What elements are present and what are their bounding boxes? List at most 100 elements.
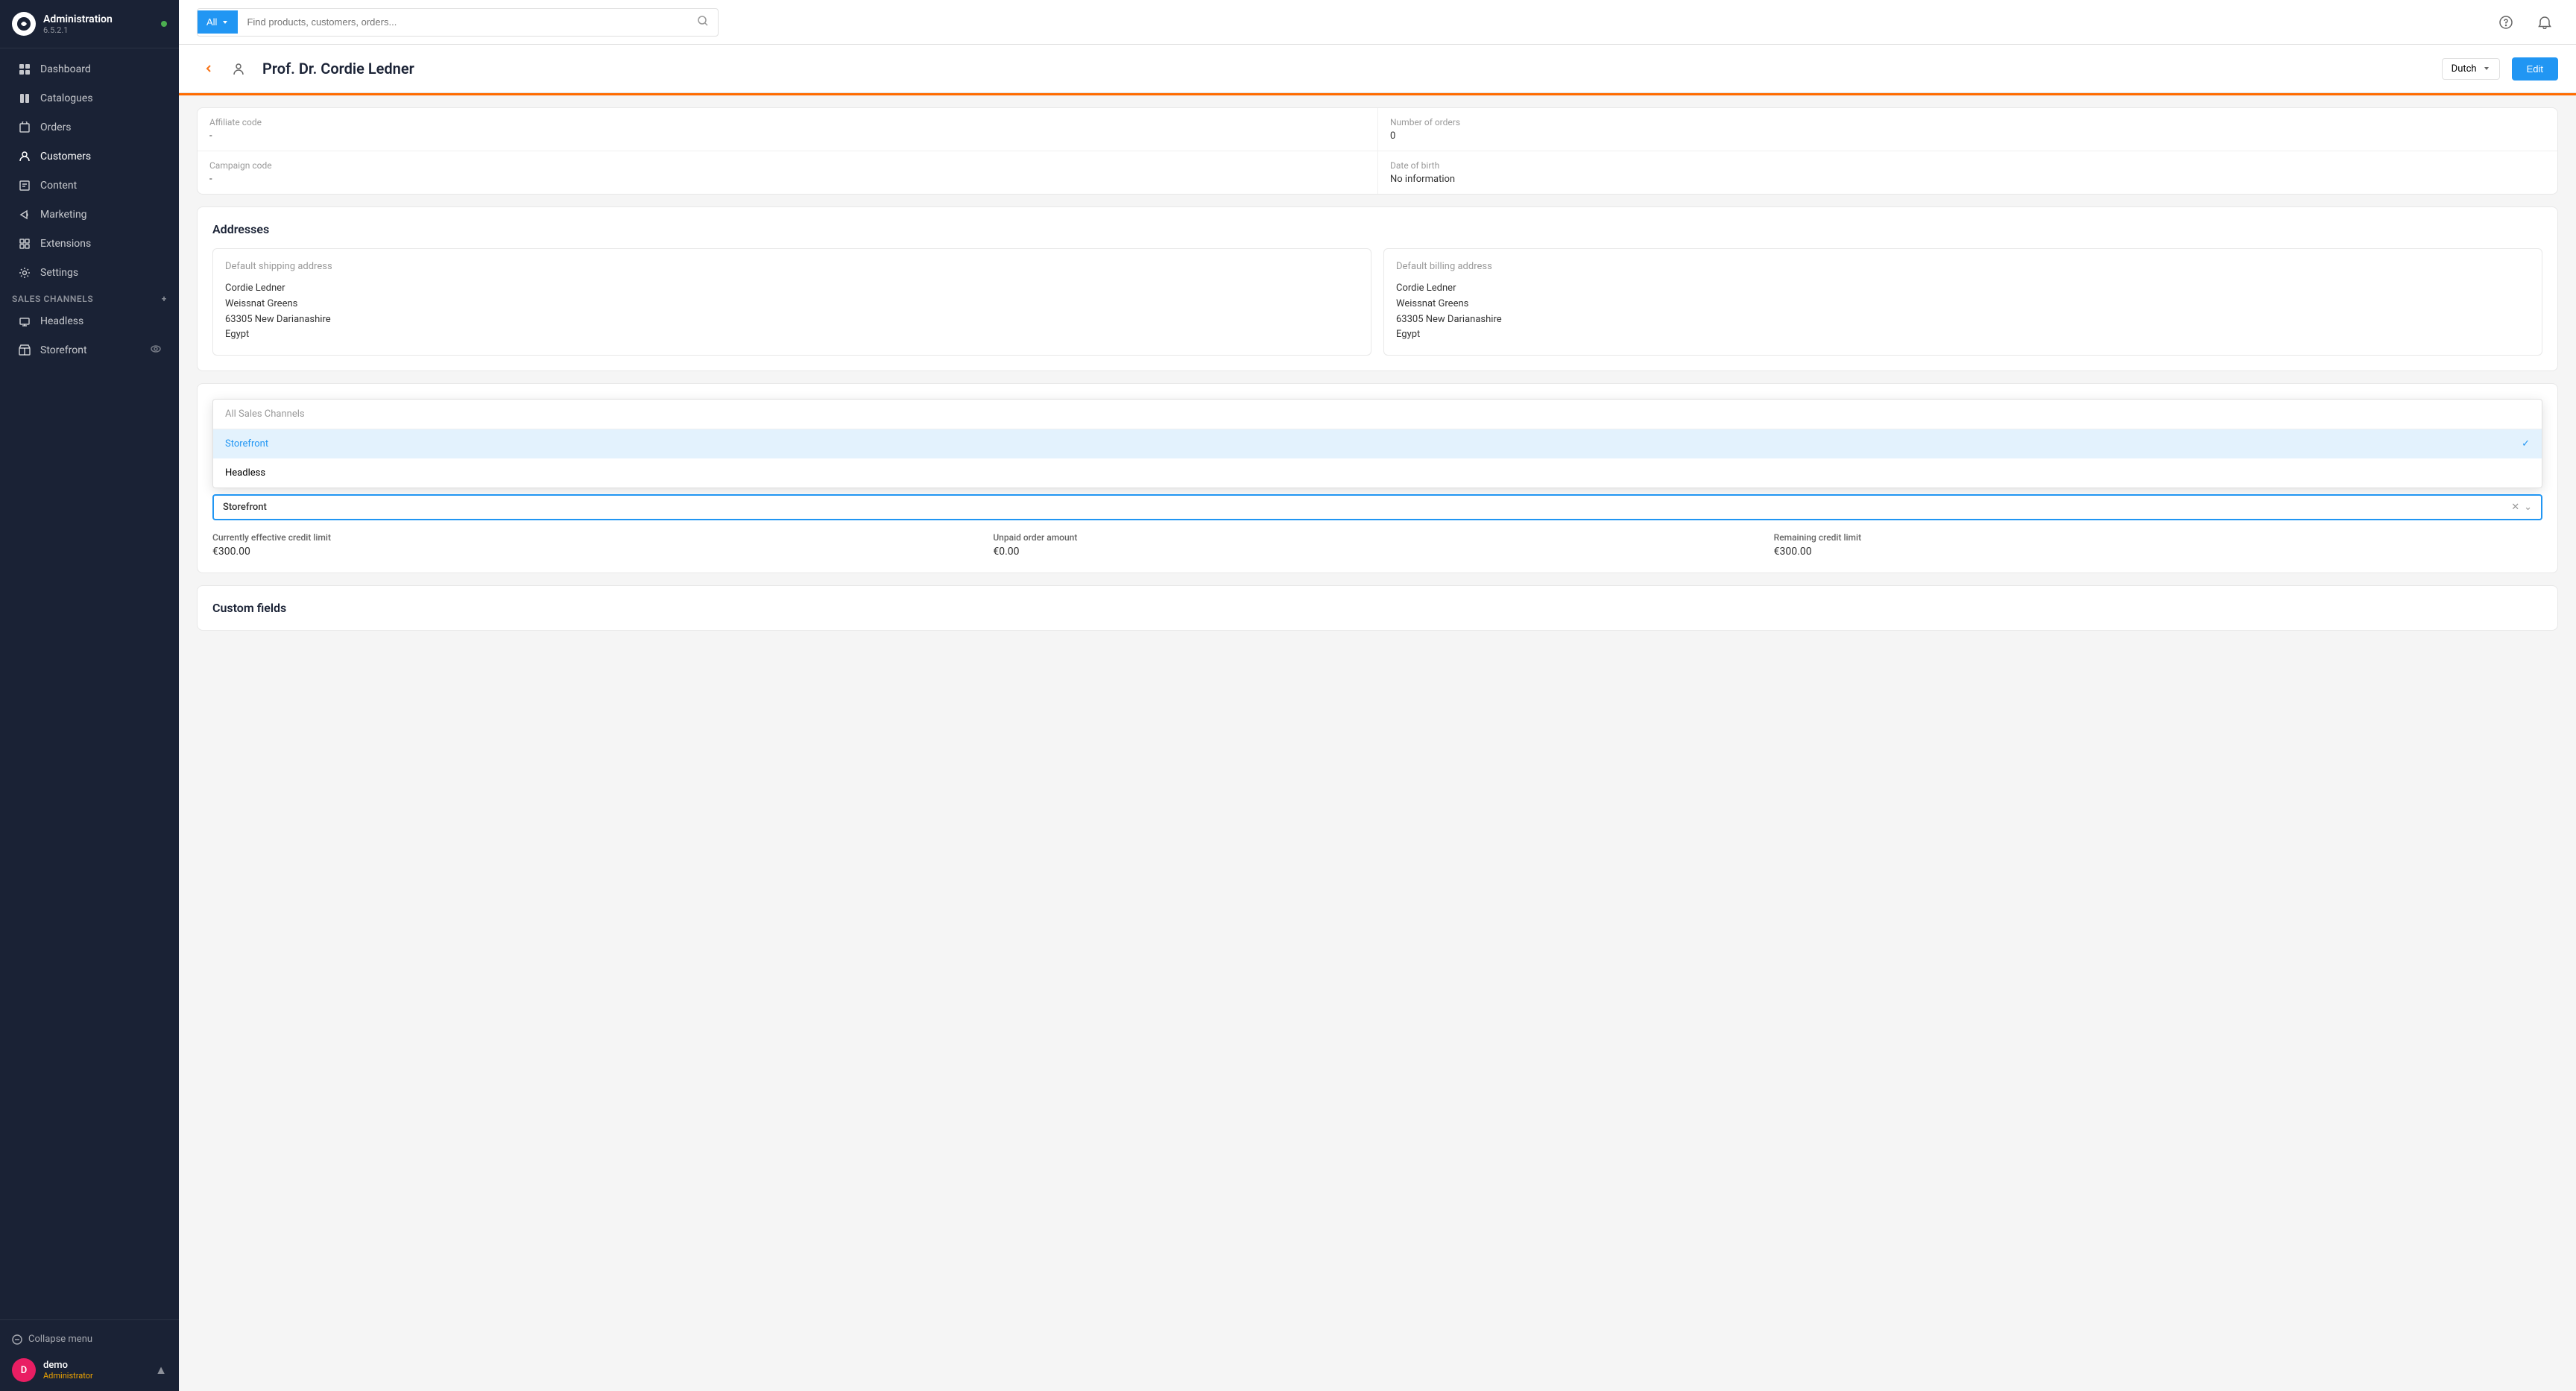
channel-credit-card: All Sales Channels Storefront ✓ Headless…: [197, 383, 2558, 573]
sales-channel-select[interactable]: Storefront ✕ ⌄: [212, 494, 2542, 520]
addresses-title: Addresses: [212, 222, 2542, 236]
headless-icon: [18, 315, 31, 328]
app-version: 6.5.2.1: [43, 25, 154, 35]
marketing-icon: [18, 208, 31, 221]
collapse-label: Collapse menu: [28, 1334, 92, 1345]
sidebar: Administration 6.5.2.1 Dashboard Catalog…: [0, 0, 179, 1391]
user-section[interactable]: D demo Administrator ▲: [12, 1358, 167, 1382]
storefront-option-label: Storefront: [225, 438, 268, 450]
notifications-icon[interactable]: [2531, 9, 2558, 36]
search-input[interactable]: [238, 10, 688, 34]
sales-channels-header: Sales Channels +: [12, 294, 167, 304]
orders-count-label: Number of orders: [1390, 117, 2545, 127]
user-name: demo: [43, 1360, 93, 1371]
addresses-grid: Default shipping address Cordie Ledner W…: [212, 248, 2542, 356]
billing-street: Weissnat Greens: [1396, 297, 2530, 312]
dashboard-icon: [18, 63, 31, 76]
shipping-address-card: Default shipping address Cordie Ledner W…: [212, 248, 1371, 356]
storefront-option[interactable]: Storefront ✓: [213, 429, 2542, 458]
sidebar-item-label: Settings: [40, 267, 78, 279]
unpaid-amount-value: €0.00: [993, 546, 1761, 558]
help-icon[interactable]: [2493, 9, 2519, 36]
headless-option-label: Headless: [225, 467, 265, 479]
progress-bar: [179, 93, 2576, 95]
filter-chevron-icon: [221, 19, 229, 26]
sales-channel-dropdown-menu: All Sales Channels Storefront ✓ Headless: [212, 399, 2542, 488]
extensions-icon: [18, 237, 31, 250]
search-filter-button[interactable]: All: [198, 10, 238, 34]
remaining-credit-limit: Remaining credit limit €300.00: [1774, 532, 2542, 558]
campaign-code-cell: Campaign code -: [198, 151, 1377, 194]
channel-label: Storefront: [40, 344, 87, 356]
sales-channels-section: Sales Channels + Headless Storefront: [0, 288, 179, 371]
affiliate-code-label: Affiliate code: [209, 117, 1366, 127]
main-nav: Dashboard Catalogues Orders Customers Co…: [0, 48, 179, 1319]
dropdown-arrow-icon: ⌄: [2524, 502, 2532, 513]
catalogues-icon: [18, 92, 31, 105]
sidebar-item-catalogues[interactable]: Catalogues: [6, 84, 173, 113]
sidebar-item-storefront[interactable]: Storefront: [12, 336, 167, 365]
effective-credit-limit: Currently effective credit limit €300.00: [212, 532, 981, 558]
search-bar: All: [197, 8, 719, 37]
sidebar-item-orders[interactable]: Orders: [6, 113, 173, 142]
billing-address-card: Default billing address Cordie Ledner We…: [1383, 248, 2542, 356]
billing-country: Egypt: [1396, 327, 2530, 343]
sidebar-item-headless[interactable]: Headless: [12, 307, 167, 335]
shipping-city: 63305 New Darianashire: [225, 312, 1359, 328]
selected-channel-value: Storefront: [223, 502, 2511, 513]
user-avatar: D: [12, 1358, 36, 1382]
orders-count-cell: Number of orders 0: [1377, 108, 2557, 151]
sidebar-item-label: Customers: [40, 151, 91, 163]
page-nav: [197, 57, 250, 81]
sidebar-item-content[interactable]: Content: [6, 171, 173, 200]
unpaid-amount-label: Unpaid order amount: [993, 532, 1761, 543]
sidebar-item-customers[interactable]: Customers: [6, 142, 173, 171]
sidebar-item-label: Content: [40, 180, 77, 192]
edit-button[interactable]: Edit: [2512, 57, 2558, 81]
remaining-limit-label: Remaining credit limit: [1774, 532, 2542, 543]
addresses-card: Addresses Default shipping address Cordi…: [197, 206, 2558, 371]
app-logo: [12, 12, 36, 36]
credit-grid: Currently effective credit limit €300.00…: [212, 532, 2542, 558]
app-info: Administration 6.5.2.1: [43, 13, 154, 35]
unpaid-order-amount: Unpaid order amount €0.00: [993, 532, 1761, 558]
user-menu-chevron-icon: ▲: [155, 1363, 167, 1378]
sidebar-item-marketing[interactable]: Marketing: [6, 201, 173, 229]
collapse-menu-button[interactable]: Collapse menu: [12, 1329, 167, 1349]
topbar-icons: [2493, 9, 2558, 36]
language-chevron-icon: [2483, 65, 2490, 72]
effective-limit-value: €300.00: [212, 546, 981, 558]
clear-selection-icon[interactable]: ✕: [2511, 502, 2519, 513]
customers-icon: [18, 150, 31, 163]
sidebar-item-settings[interactable]: Settings: [6, 259, 173, 287]
back-button[interactable]: [197, 57, 221, 81]
headless-option[interactable]: Headless: [213, 458, 2542, 488]
campaign-code-value: -: [209, 174, 1366, 185]
sidebar-item-dashboard[interactable]: Dashboard: [6, 55, 173, 83]
sidebar-item-label: Dashboard: [40, 63, 91, 75]
channel-label: Headless: [40, 315, 83, 327]
customers-list-button[interactable]: [227, 57, 250, 81]
customer-info-grid: Affiliate code - Number of orders 0 Camp…: [198, 108, 2557, 194]
custom-fields-card: Custom fields: [197, 585, 2558, 631]
search-submit-icon[interactable]: [688, 9, 718, 36]
language-selector[interactable]: Dutch: [2442, 58, 2500, 80]
sidebar-item-extensions[interactable]: Extensions: [6, 230, 173, 258]
all-sales-channels-option: All Sales Channels: [213, 400, 2542, 429]
add-channel-icon[interactable]: +: [162, 294, 167, 304]
billing-name: Cordie Ledner: [1396, 281, 2530, 297]
sidebar-item-label: Marketing: [40, 209, 87, 221]
sidebar-footer: Collapse menu D demo Administrator ▲: [0, 1319, 179, 1391]
shipping-name: Cordie Ledner: [225, 281, 1359, 297]
shipping-street: Weissnat Greens: [225, 297, 1359, 312]
storefront-visibility-icon: [151, 344, 161, 357]
page-content: Prof. Dr. Cordie Ledner Dutch Edit Affil…: [179, 45, 2576, 1391]
dob-value: No information: [1390, 174, 2545, 185]
dob-cell: Date of birth No information: [1377, 151, 2557, 194]
shipping-country: Egypt: [225, 327, 1359, 343]
topbar: All: [179, 0, 2576, 45]
main-content: All: [179, 0, 2576, 1391]
affiliate-code-value: -: [209, 130, 1366, 142]
dob-label: Date of birth: [1390, 160, 2545, 171]
sidebar-item-label: Extensions: [40, 238, 91, 250]
